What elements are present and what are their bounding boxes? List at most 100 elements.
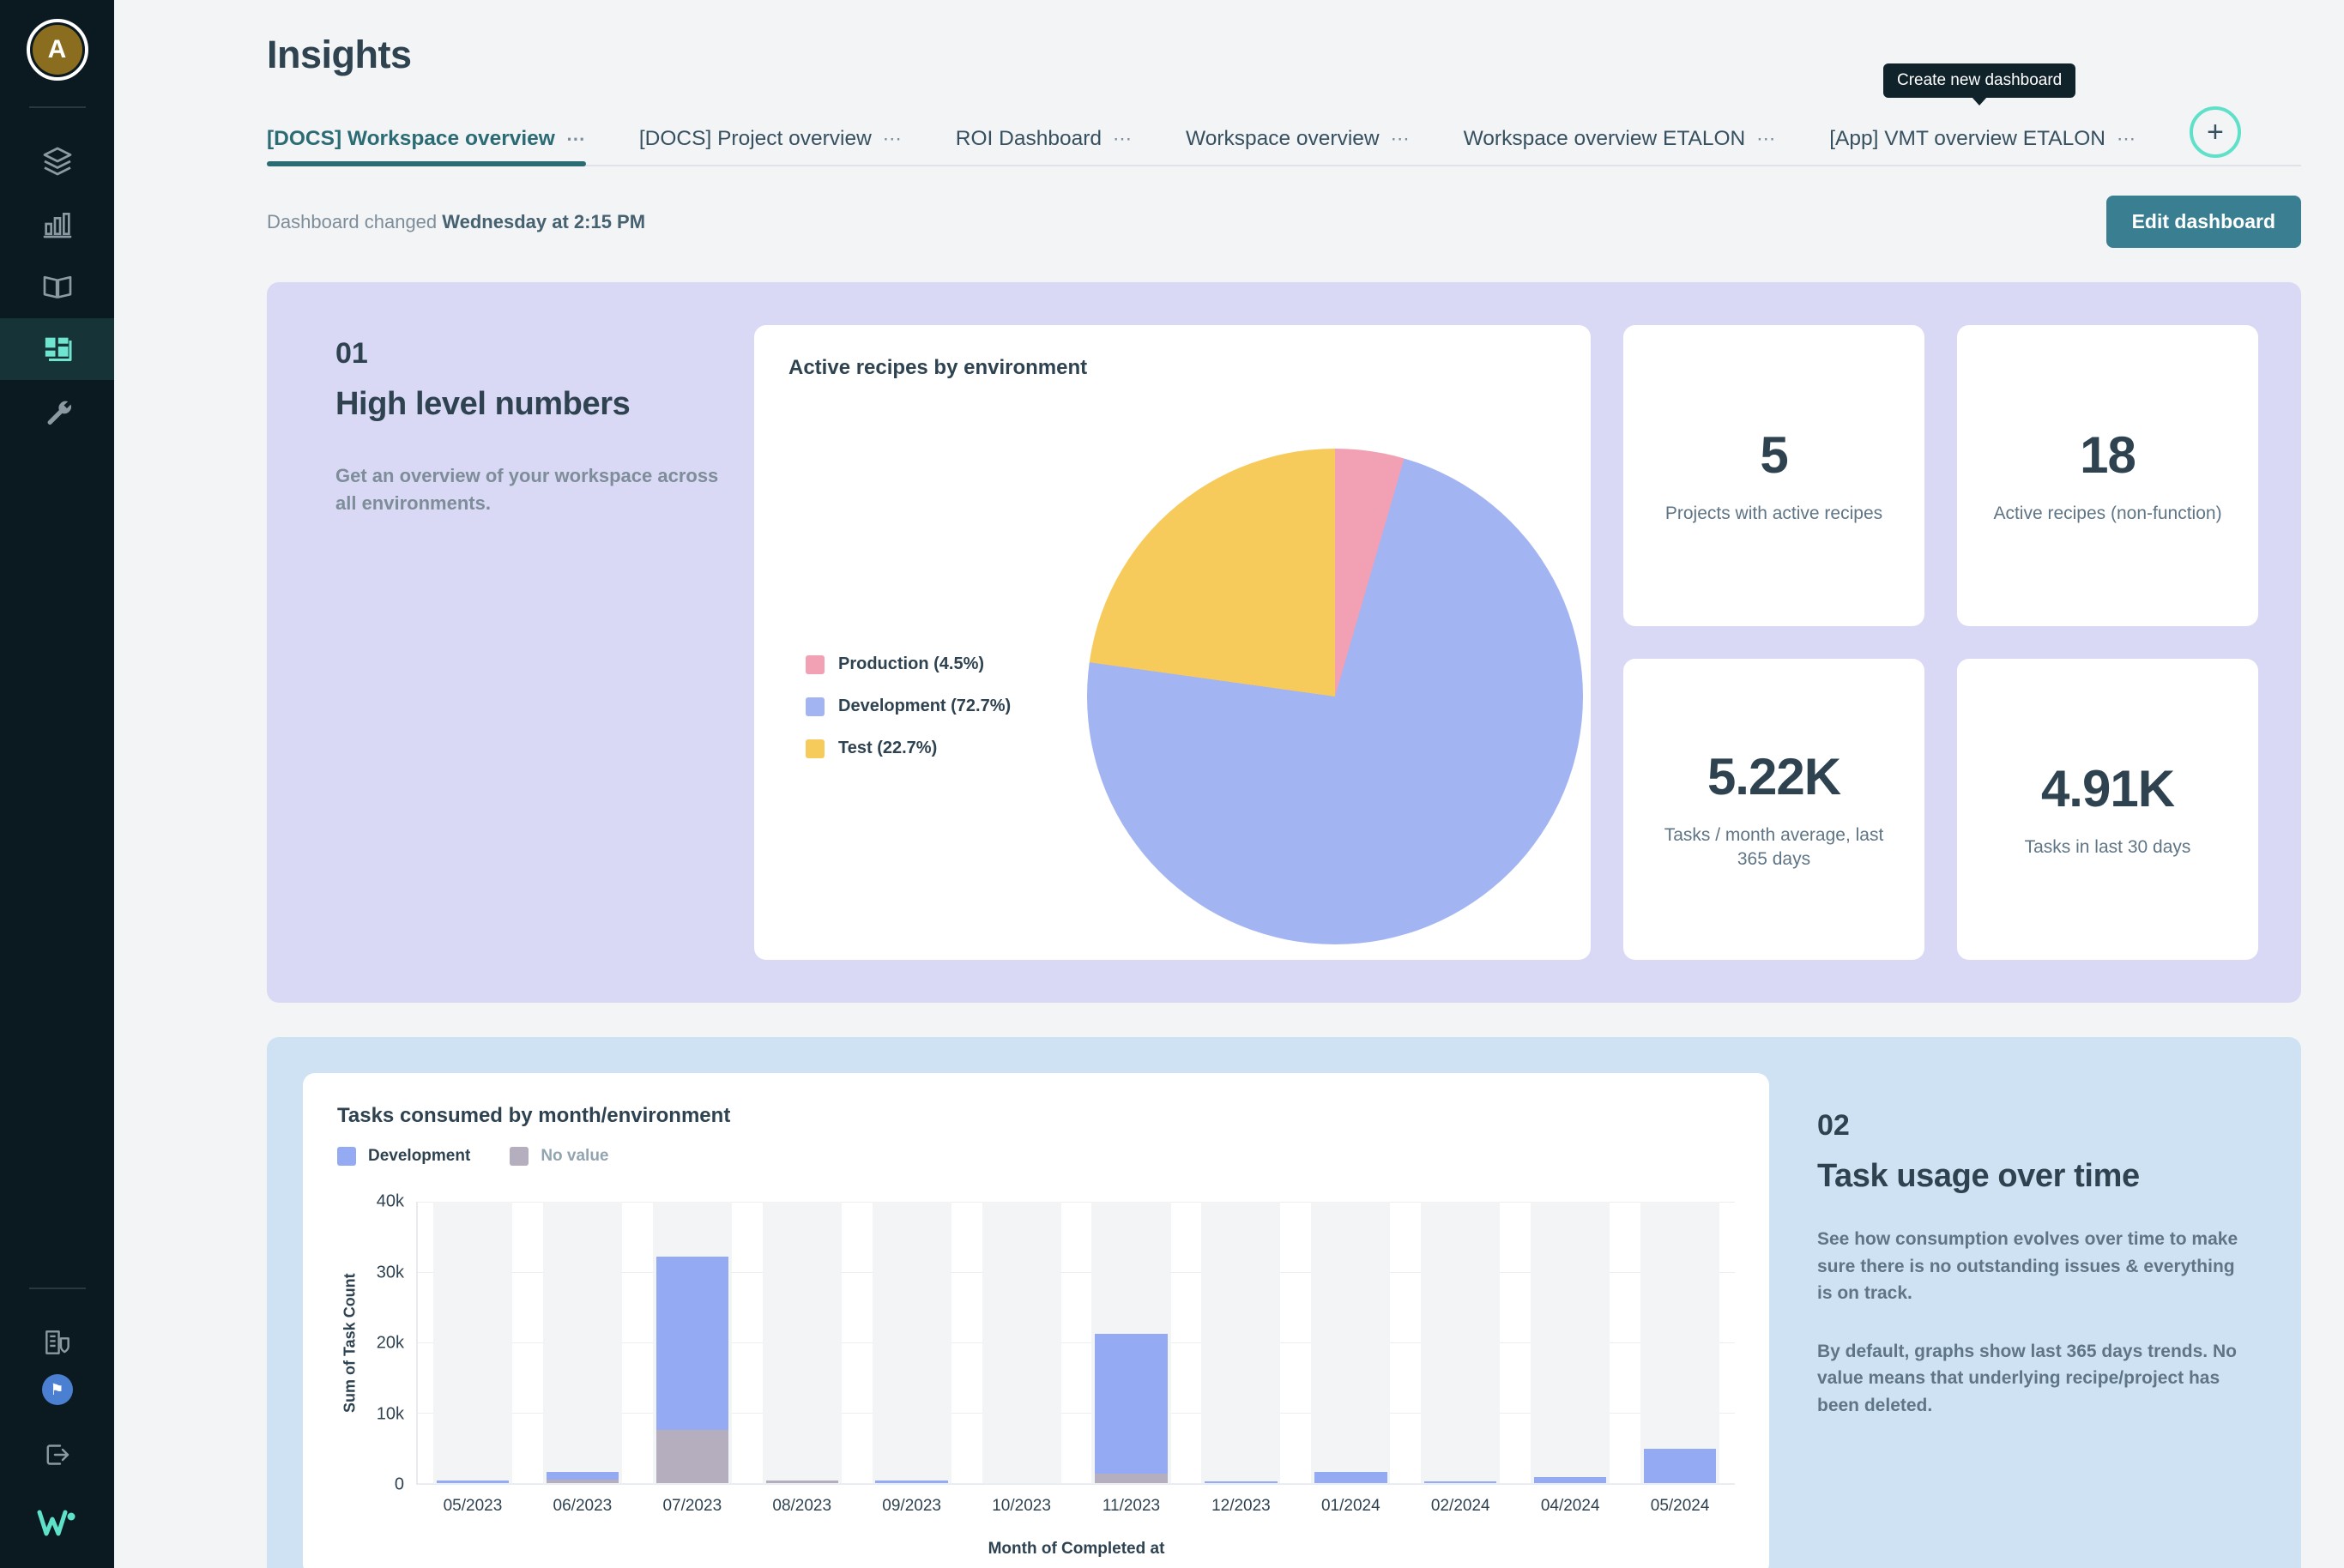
edit-dashboard-button[interactable]: Edit dashboard bbox=[2105, 196, 2301, 248]
section1-paragraph: Get an overview of your workspace across… bbox=[335, 465, 719, 514]
tab-docs-project-overview[interactable]: [DOCS] Project overview ⋯ bbox=[639, 127, 903, 165]
bar-segment-no-value[interactable] bbox=[655, 1430, 729, 1483]
section-task-usage-over-time: Tasks consumed by month/environment Deve… bbox=[267, 1037, 2301, 1568]
bar-segment-development[interactable] bbox=[546, 1472, 619, 1481]
x-axis-tick: 09/2023 bbox=[882, 1497, 941, 1515]
bar-segment-development[interactable] bbox=[436, 1480, 510, 1483]
layers-icon bbox=[40, 144, 75, 178]
bar-segment-no-value[interactable] bbox=[1095, 1474, 1168, 1483]
legend-swatch-development bbox=[806, 697, 825, 716]
bar-segment-development[interactable] bbox=[655, 1257, 729, 1431]
bar-segment-development[interactable] bbox=[875, 1481, 948, 1483]
legend-item-development[interactable]: Development (72.7%) bbox=[806, 697, 1011, 716]
tab-workspace-overview-etalon[interactable]: Workspace overview ETALON ⋯ bbox=[1464, 127, 1777, 165]
kpi-card-tasks-last-30-days[interactable]: 4.91K Tasks in last 30 days bbox=[1957, 659, 2258, 960]
tab-app-vmt-overview-etalon[interactable]: [App] VMT overview ETALON ⋯ bbox=[1829, 127, 2136, 165]
kpi-grid: 5 Projects with active recipes 18 Active… bbox=[1623, 325, 2258, 960]
bar-band bbox=[1296, 1202, 1405, 1483]
x-axis-tick: 07/2023 bbox=[662, 1497, 722, 1515]
kpi-label: Tasks / month average, last 365 days bbox=[1664, 824, 1884, 869]
kpi-card-active-recipes[interactable]: 18 Active recipes (non-function) bbox=[1957, 325, 2258, 626]
sidebar-item-layers[interactable] bbox=[0, 130, 114, 192]
bar-stack[interactable] bbox=[1314, 1471, 1387, 1483]
legend-item-development[interactable]: Development bbox=[337, 1147, 470, 1166]
bar-stack[interactable] bbox=[1095, 1333, 1168, 1483]
section2-number: 02 bbox=[1817, 1109, 1850, 1142]
x-axis-tick: 06/2023 bbox=[553, 1497, 613, 1515]
band-background bbox=[1421, 1202, 1501, 1483]
x-axis-tick: 02/2024 bbox=[1430, 1497, 1490, 1515]
sidebar-item-governance[interactable] bbox=[0, 1312, 114, 1373]
bar-stack[interactable] bbox=[875, 1481, 948, 1483]
legend-item-production[interactable]: Production (4.5%) bbox=[806, 654, 1011, 674]
x-axis-tick: 10/2023 bbox=[992, 1497, 1051, 1515]
bar-segment-development[interactable] bbox=[1205, 1481, 1278, 1483]
legend-item-test[interactable]: Test (22.7%) bbox=[806, 739, 1011, 758]
band-background bbox=[432, 1202, 513, 1483]
app-root: A ⚑ Insights [DOCS] Workspace overview ⋯… bbox=[0, 0, 2344, 1568]
bar-segment-no-value[interactable] bbox=[546, 1480, 619, 1483]
kpi-card-projects-with-active-recipes[interactable]: 5 Projects with active recipes bbox=[1623, 325, 1924, 626]
band-background bbox=[1201, 1202, 1281, 1483]
legend-item-no-value[interactable]: No value bbox=[510, 1147, 609, 1166]
bar-chart-plot-area: Sum of Task Count 0 10k 20k 30k 40k bbox=[337, 1192, 1735, 1494]
bar-stack[interactable] bbox=[1533, 1476, 1607, 1483]
add-dashboard-button[interactable]: + bbox=[2189, 106, 2241, 158]
y-axis-ticks: 0 10k 20k 30k 40k bbox=[363, 1192, 416, 1494]
tab-menu-icon[interactable]: ⋯ bbox=[566, 129, 586, 148]
band-background bbox=[982, 1202, 1061, 1483]
avatar[interactable]: A bbox=[26, 19, 88, 81]
bar-stack[interactable] bbox=[765, 1481, 838, 1483]
bar-segment-no-value[interactable] bbox=[765, 1481, 838, 1483]
kpi-card-tasks-month-average[interactable]: 5.22K Tasks / month average, last 365 da… bbox=[1623, 659, 1924, 960]
legend-swatch-development bbox=[337, 1147, 356, 1166]
sidebar-item-tools[interactable] bbox=[0, 381, 114, 443]
tab-label: Workspace overview ETALON bbox=[1463, 127, 1746, 150]
section2-paragraph-2: By default, graphs show last 365 days tr… bbox=[1817, 1341, 2237, 1415]
sidebar-bottom: ⚑ bbox=[0, 1374, 114, 1568]
tab-menu-icon[interactable]: ⋯ bbox=[883, 129, 903, 148]
sidebar-divider-top bbox=[28, 106, 86, 108]
bar-band bbox=[1515, 1202, 1625, 1483]
section1-heading: High level numbers bbox=[335, 386, 631, 422]
kpi-value: 5.22K bbox=[1707, 747, 1841, 805]
sidebar-item-dashboards[interactable] bbox=[0, 318, 114, 380]
pie-chart-card: Active recipes by environment Production… bbox=[754, 325, 1591, 960]
tab-roi-dashboard[interactable]: ROI Dashboard ⋯ bbox=[956, 127, 1133, 165]
x-axis-tick: 04/2024 bbox=[1540, 1497, 1600, 1515]
tab-menu-icon[interactable]: ⋯ bbox=[1113, 129, 1133, 148]
bar-segment-development[interactable] bbox=[1314, 1471, 1387, 1483]
tab-menu-icon[interactable]: ⋯ bbox=[1756, 129, 1776, 148]
bar-stack[interactable] bbox=[546, 1472, 619, 1483]
notifications-badge[interactable]: ⚑ bbox=[41, 1374, 73, 1405]
tab-workspace-overview[interactable]: Workspace overview ⋯ bbox=[1186, 127, 1411, 165]
bar-segment-development[interactable] bbox=[1424, 1481, 1497, 1483]
tab-docs-workspace-overview[interactable]: [DOCS] Workspace overview ⋯ bbox=[267, 127, 586, 166]
tab-menu-icon[interactable]: ⋯ bbox=[2117, 129, 2136, 148]
y-axis-tick: 40k bbox=[376, 1191, 404, 1211]
bar-stack[interactable] bbox=[436, 1480, 510, 1483]
dashboard-changed-text: Dashboard changed Wednesday at 2:15 PM bbox=[267, 211, 645, 233]
main-content: Insights [DOCS] Workspace overview ⋯ [DO… bbox=[114, 0, 2344, 1568]
x-axis-tick: 08/2023 bbox=[772, 1497, 832, 1515]
bar-stack[interactable] bbox=[1643, 1449, 1717, 1483]
pie-chart-title: Active recipes by environment bbox=[788, 356, 1088, 379]
tab-label: [DOCS] Workspace overview bbox=[267, 127, 555, 150]
dashboard-changed-timestamp: Wednesday at 2:15 PM bbox=[442, 210, 646, 232]
logout-icon[interactable] bbox=[42, 1439, 73, 1475]
bar-stack[interactable] bbox=[1205, 1481, 1278, 1483]
bar-segment-development[interactable] bbox=[1533, 1476, 1607, 1483]
bar-stack[interactable] bbox=[655, 1257, 729, 1483]
sidebar-item-analytics[interactable] bbox=[0, 193, 114, 255]
bar-segment-development[interactable] bbox=[1095, 1333, 1168, 1475]
bar-stack[interactable] bbox=[1424, 1481, 1497, 1483]
bar-band bbox=[637, 1202, 747, 1483]
section2-paragraph-1: See how consumption evolves over time to… bbox=[1817, 1229, 2238, 1303]
dashboard-tabbar: [DOCS] Workspace overview ⋯ [DOCS] Proje… bbox=[267, 63, 2301, 166]
tab-menu-icon[interactable]: ⋯ bbox=[1391, 129, 1411, 148]
bar-chart-plot bbox=[416, 1202, 1735, 1485]
bar-bands bbox=[418, 1202, 1735, 1483]
sidebar-item-library[interactable] bbox=[0, 256, 114, 317]
pie-slices[interactable] bbox=[1087, 449, 1583, 944]
bar-segment-development[interactable] bbox=[1643, 1449, 1717, 1483]
